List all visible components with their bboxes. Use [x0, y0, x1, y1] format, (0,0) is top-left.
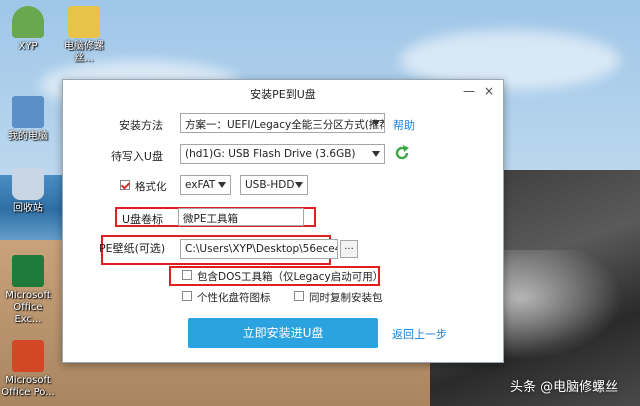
- desktop-icon-recycle-bin[interactable]: 回收站: [0, 168, 56, 215]
- user-folder-icon: [12, 6, 44, 38]
- wallpaper-path-input[interactable]: C:\Users\XYP\Desktop\56ece4a: [180, 239, 338, 259]
- desktop-icon-excel[interactable]: Microsoft Office Exc...: [0, 255, 56, 326]
- chevron-down-icon: [218, 182, 226, 188]
- recycle-bin-icon: [12, 168, 44, 200]
- chevron-down-icon: [372, 120, 380, 126]
- desktop-icon-user[interactable]: XYP: [0, 6, 56, 53]
- minimize-button[interactable]: —: [461, 83, 477, 99]
- watermark: 头条 @电脑修螺丝: [510, 380, 619, 395]
- install-method-label: 安装方法: [119, 119, 163, 132]
- desktop-icon-computer[interactable]: 我的电脑: [0, 96, 56, 143]
- chevron-down-icon: [295, 182, 303, 188]
- titlebar: 安装PE到U盘 — ×: [63, 80, 503, 104]
- folder-icon: [68, 6, 100, 38]
- copy-installer-checkbox[interactable]: [294, 291, 304, 301]
- browse-button[interactable]: ...: [340, 240, 358, 258]
- format-checkbox[interactable]: [120, 180, 130, 190]
- desktop-icon-label: XYP: [18, 41, 38, 52]
- powerpoint-icon: [12, 340, 44, 372]
- refresh-icon[interactable]: [393, 144, 411, 162]
- install-method-value: 方案一：UEFI/Legacy全能三分区方式(推荐): [185, 119, 385, 131]
- close-button[interactable]: ×: [481, 83, 497, 99]
- filesystem-value: exFAT: [185, 179, 216, 191]
- dialog-title: 安装PE到U盘: [250, 88, 316, 101]
- volume-label-label: U盘卷标: [121, 213, 163, 226]
- back-link[interactable]: 返回上一步: [392, 326, 447, 342]
- help-link[interactable]: 帮助: [393, 117, 415, 133]
- target-drive-value: (hd1)G: USB Flash Drive (3.6GB): [185, 148, 356, 160]
- boot-mode-select[interactable]: USB-HDD: [240, 175, 308, 195]
- computer-icon: [12, 96, 44, 128]
- format-label: 格式化: [135, 181, 167, 193]
- filesystem-select[interactable]: exFAT: [180, 175, 231, 195]
- custom-icons-checkbox[interactable]: [182, 291, 192, 301]
- install-method-select[interactable]: 方案一：UEFI/Legacy全能三分区方式(推荐): [180, 113, 385, 133]
- install-pe-dialog: 安装PE到U盘 — × 安装方法 方案一：UEFI/Legacy全能三分区方式(…: [62, 79, 504, 363]
- desktop-icon-label: Microsoft Office Exc...: [5, 290, 51, 325]
- desktop-icon-label: Microsoft Office Po...: [1, 375, 55, 398]
- desktop-icon-folder[interactable]: 电脑修螺丝...: [56, 6, 112, 65]
- chevron-down-icon: [372, 151, 380, 157]
- desktop-icon-label: 我的电脑: [8, 131, 48, 142]
- target-drive-label: 待写入U盘: [110, 150, 163, 163]
- excel-icon: [12, 255, 44, 287]
- desktop-icon-powerpoint[interactable]: Microsoft Office Po...: [0, 340, 56, 399]
- dos-toolbox-checkbox[interactable]: [182, 270, 192, 280]
- volume-label-input[interactable]: 微PE工具箱: [178, 208, 304, 226]
- wallpaper-label: PE壁纸(可选): [99, 242, 166, 255]
- desktop-icon-label: 电脑修螺丝...: [64, 41, 104, 64]
- boot-mode-value: USB-HDD: [245, 179, 295, 191]
- desktop-icon-label: 回收站: [13, 203, 43, 214]
- copy-installer-label: 同时复制安装包: [309, 292, 383, 304]
- install-button[interactable]: 立即安装进U盘: [188, 318, 378, 348]
- custom-icons-label: 个性化盘符图标: [197, 292, 271, 304]
- dos-toolbox-label: 包含DOS工具箱（仅Legacy启动可用）: [197, 271, 384, 283]
- target-drive-select[interactable]: (hd1)G: USB Flash Drive (3.6GB): [180, 144, 385, 164]
